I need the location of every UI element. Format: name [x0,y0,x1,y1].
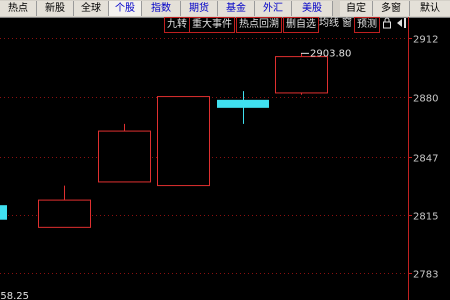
tab-multi-window[interactable]: 多窗 [373,1,410,16]
tab-index[interactable]: 指数 [142,1,181,16]
y-tick-label: 2880 [413,94,438,105]
candle-body [275,56,328,94]
lock-icon[interactable] [380,17,394,31]
high-price-label: 2903.80 [310,48,351,59]
y-tick-label: 2783 [413,270,438,281]
candle-body [98,130,151,183]
tab-global[interactable]: 全球 [74,1,109,16]
tab-new-stocks[interactable]: 新股 [37,1,74,16]
tab-hotspot[interactable]: 热点 [0,1,37,16]
moving-average-button[interactable]: 均线 [317,17,341,31]
candle-body [38,199,91,228]
remove-watchlist-button[interactable]: 删自选 [283,17,319,33]
candle-body [217,99,269,108]
tab-individual-stocks[interactable]: 个股 [109,1,142,16]
tab-default[interactable]: 默认 [410,1,450,16]
candle-body [0,205,7,220]
tab-futures[interactable]: 期货 [181,1,218,16]
forecast-button[interactable]: 预测 [354,17,380,33]
nine-turn-button[interactable]: 九转 [164,17,190,33]
hotspot-review-button[interactable]: 热点回溯 [236,17,282,33]
tab-forex[interactable]: 外汇 [255,1,292,16]
market-tab-bar: 热点 新股 全球 个股 指数 期货 基金 外汇 美股 自定 多窗 默认 [0,0,450,18]
low-price-label: 758.25 [0,291,29,300]
y-tick-label: 2815 [413,212,438,223]
window-button[interactable]: 窗 [340,17,354,31]
y-tick-label: 2912 [413,35,438,46]
tab-custom[interactable]: 自定 [340,1,373,16]
y-tick-label: 2847 [413,154,438,165]
candle-body [157,96,210,187]
exit-icon[interactable] [394,17,410,31]
candlestick-chart: 2912 2880 2847 2815 2783 2903.80 758.25 [0,17,438,300]
major-events-button[interactable]: 重大事件 [189,17,235,33]
tab-funds[interactable]: 基金 [218,1,255,16]
tab-us-stocks[interactable]: 美股 [292,1,333,16]
